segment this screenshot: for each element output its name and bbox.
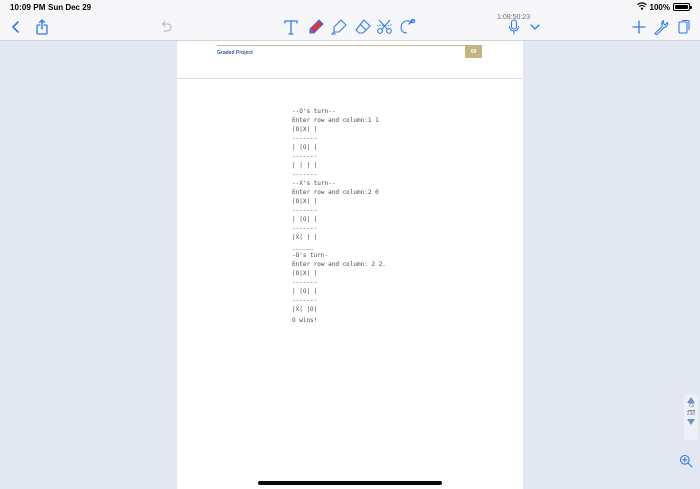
- add-button[interactable]: [628, 16, 650, 38]
- wrench-icon: [654, 19, 669, 35]
- settings-button[interactable]: [650, 16, 672, 38]
- add-icon: [632, 20, 646, 34]
- page-header-title: Graded Project: [217, 50, 253, 56]
- console-line: | |O| |: [292, 288, 318, 295]
- page-scroller[interactable]: 73 210: [684, 394, 698, 440]
- console-line: -------: [292, 207, 318, 214]
- console-line: -------: [292, 279, 318, 286]
- document-page[interactable]: Graded Project 69 --O's turn-- Enter row …: [177, 41, 523, 489]
- pages-button[interactable]: [673, 16, 695, 38]
- lasso-button[interactable]: [396, 16, 418, 38]
- console-line: -------: [292, 171, 318, 178]
- screen: 10:09 PM Sun Dec 29 100% 1:08:50:23 Grad…: [0, 0, 700, 489]
- text-tool-button[interactable]: [280, 16, 302, 38]
- total-page-count: 210: [686, 411, 696, 417]
- battery-icon: [673, 3, 692, 11]
- console-line: Enter row and column: 2 2.: [292, 261, 386, 268]
- console-line: |X| |O|: [292, 306, 318, 313]
- scroll-down-icon[interactable]: [687, 419, 695, 425]
- eraser-icon: [355, 19, 371, 34]
- status-right: 100%: [636, 2, 692, 12]
- scissors-button[interactable]: [374, 16, 396, 38]
- battery-percent: 100%: [649, 2, 670, 12]
- status-bar: 10:09 PM Sun Dec 29 100%: [0, 0, 700, 14]
- console-line: Enter row and column:2 0: [292, 189, 379, 196]
- status-time: 10:09 PM: [10, 3, 46, 12]
- eraser-button[interactable]: [352, 16, 374, 38]
- console-line: -------: [292, 297, 318, 304]
- console-line: | | | |: [292, 162, 318, 169]
- console-line: ______: [292, 243, 314, 250]
- back-icon: [12, 21, 19, 33]
- share-icon: [36, 19, 48, 35]
- undo-button[interactable]: [155, 16, 177, 38]
- scissors-icon: [376, 19, 394, 34]
- home-indicator[interactable]: [258, 481, 442, 485]
- highlighter-icon: [330, 19, 347, 35]
- text-tool-icon: [284, 20, 298, 35]
- console-line: --X's turn--: [292, 180, 336, 187]
- console-line: Enter row and column:1 1: [292, 117, 379, 124]
- console-line: --O's turn--: [292, 108, 336, 115]
- console-line: -------: [292, 225, 318, 232]
- page-number-badge: 69: [465, 45, 482, 58]
- pages-icon: [678, 19, 690, 34]
- console-line: O wins!: [292, 317, 318, 324]
- console-line: | |O| |: [292, 144, 318, 151]
- wifi-icon: [636, 2, 647, 12]
- pen-tool-icon: [309, 19, 324, 34]
- undo-icon: [161, 20, 172, 32]
- microphone-icon: [508, 19, 520, 35]
- highlighter-button[interactable]: [328, 16, 350, 38]
- back-button[interactable]: [5, 16, 27, 38]
- pen-tool-button[interactable]: [305, 16, 327, 38]
- toolbar: 1:08:50:23: [0, 14, 700, 41]
- console-line: |X| | |: [292, 234, 318, 241]
- zoom-in-icon: [679, 454, 693, 468]
- current-page-number: 73: [688, 403, 694, 409]
- console-line: | |O| |: [292, 216, 318, 223]
- console-line: |O|X| |: [292, 126, 318, 133]
- lasso-icon: [400, 18, 416, 34]
- console-line: |O|X| |: [292, 270, 318, 277]
- status-date: Sun Dec 29: [48, 3, 92, 12]
- page-break: [177, 78, 523, 79]
- battery-fill: [675, 5, 688, 9]
- console-output: --O's turn-- Enter row and column:1 1 |O|X…: [292, 107, 386, 325]
- page-header: Graded Project 69: [217, 44, 482, 58]
- microphone-button[interactable]: [503, 16, 525, 38]
- chevron-down-icon: [530, 24, 540, 30]
- console-line: -O's turn-: [292, 252, 329, 259]
- console-line: -------: [292, 153, 318, 160]
- share-button[interactable]: [31, 16, 53, 38]
- console-line: -------: [292, 135, 318, 142]
- zoom-button[interactable]: [676, 451, 696, 471]
- console-line: |O|X| |: [292, 198, 318, 205]
- recording-options-button[interactable]: [524, 16, 546, 38]
- page-header-rule: [217, 45, 482, 46]
